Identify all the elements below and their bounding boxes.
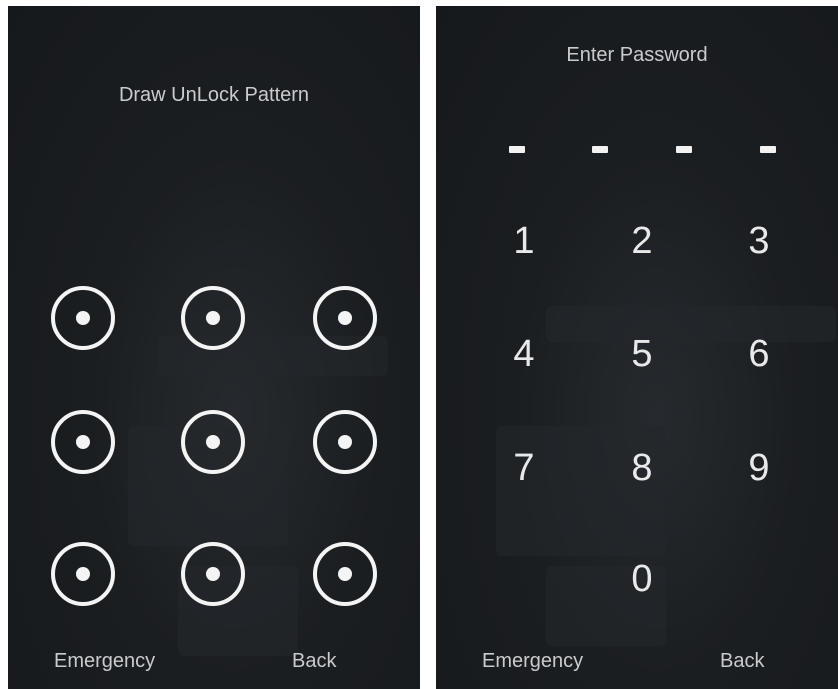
key-8[interactable]: 8 (602, 438, 682, 498)
pattern-dot-6[interactable] (313, 410, 377, 474)
key-2[interactable]: 2 (602, 211, 682, 271)
emergency-button[interactable]: Emergency (54, 650, 155, 673)
pin-slot-1 (509, 146, 525, 153)
key-9[interactable]: 9 (719, 438, 799, 498)
pin-lock-screen: Enter Password 1 2 3 4 5 6 7 8 9 0 Emerg… (436, 6, 838, 689)
key-4[interactable]: 4 (484, 324, 564, 384)
back-button[interactable]: Back (720, 650, 764, 673)
pattern-dot-1[interactable] (51, 286, 115, 350)
password-title: Enter Password (566, 44, 708, 66)
pattern-dot-2[interactable] (181, 286, 245, 350)
key-5[interactable]: 5 (602, 324, 682, 384)
emergency-button[interactable]: Emergency (482, 650, 583, 673)
pattern-dot-5[interactable] (181, 410, 245, 474)
key-6[interactable]: 6 (719, 324, 799, 384)
pattern-lock-screen: Draw UnLock Pattern Emergency Back (8, 6, 420, 689)
key-0[interactable]: 0 (602, 549, 682, 609)
pattern-dot-7[interactable] (51, 542, 115, 606)
pin-slot-2 (592, 146, 608, 153)
back-button[interactable]: Back (292, 650, 336, 673)
pin-slot-3 (676, 146, 692, 153)
pin-slot-4 (760, 146, 776, 153)
pattern-dot-3[interactable] (313, 286, 377, 350)
key-1[interactable]: 1 (484, 211, 564, 271)
pattern-dot-8[interactable] (181, 542, 245, 606)
pattern-dot-9[interactable] (313, 542, 377, 606)
pattern-dot-4[interactable] (51, 410, 115, 474)
pattern-title: Draw UnLock Pattern (118, 84, 310, 106)
key-7[interactable]: 7 (484, 438, 564, 498)
key-3[interactable]: 3 (719, 211, 799, 271)
